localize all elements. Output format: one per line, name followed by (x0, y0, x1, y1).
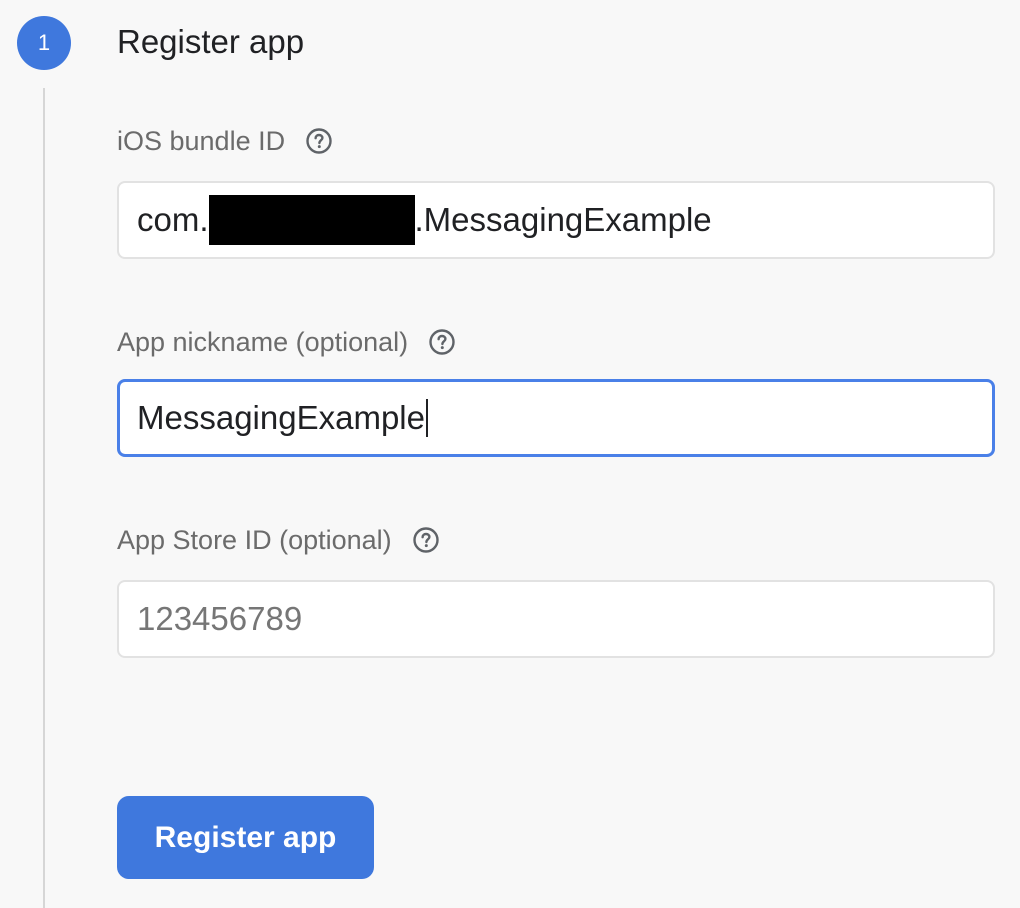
app-store-id-label: App Store ID (optional) (117, 523, 440, 557)
bundle-id-label: iOS bundle ID (117, 124, 333, 158)
bundle-id-prefix: com. (137, 201, 209, 238)
bundle-id-suffix: .MessagingExample (414, 201, 712, 238)
step-connector-line (43, 88, 45, 908)
app-nickname-label: App nickname (optional) (117, 325, 456, 359)
step-number-badge: 1 (17, 16, 71, 70)
register-app-button[interactable]: Register app (117, 796, 374, 879)
bundle-id-input[interactable]: com. .MessagingExample (117, 181, 995, 259)
app-nickname-input[interactable]: MessagingExample (117, 379, 995, 457)
bundle-id-label-text: iOS bundle ID (117, 126, 286, 156)
step-title: Register app (117, 23, 305, 60)
help-icon[interactable] (305, 127, 333, 155)
register-app-step: 1 Register app iOS bundle ID com. .Messag… (0, 0, 1020, 908)
app-store-id-label-text: App Store ID (optional) (117, 525, 392, 555)
app-nickname-label-text: App nickname (optional) (117, 327, 409, 357)
help-icon[interactable] (428, 328, 456, 356)
app-store-id-placeholder: 123456789 (137, 600, 303, 637)
app-nickname-value: MessagingExample (137, 399, 425, 436)
help-icon[interactable] (412, 526, 440, 554)
redaction-box (208, 195, 415, 245)
text-caret (425, 399, 428, 437)
app-store-id-input[interactable]: 123456789 (117, 580, 995, 658)
